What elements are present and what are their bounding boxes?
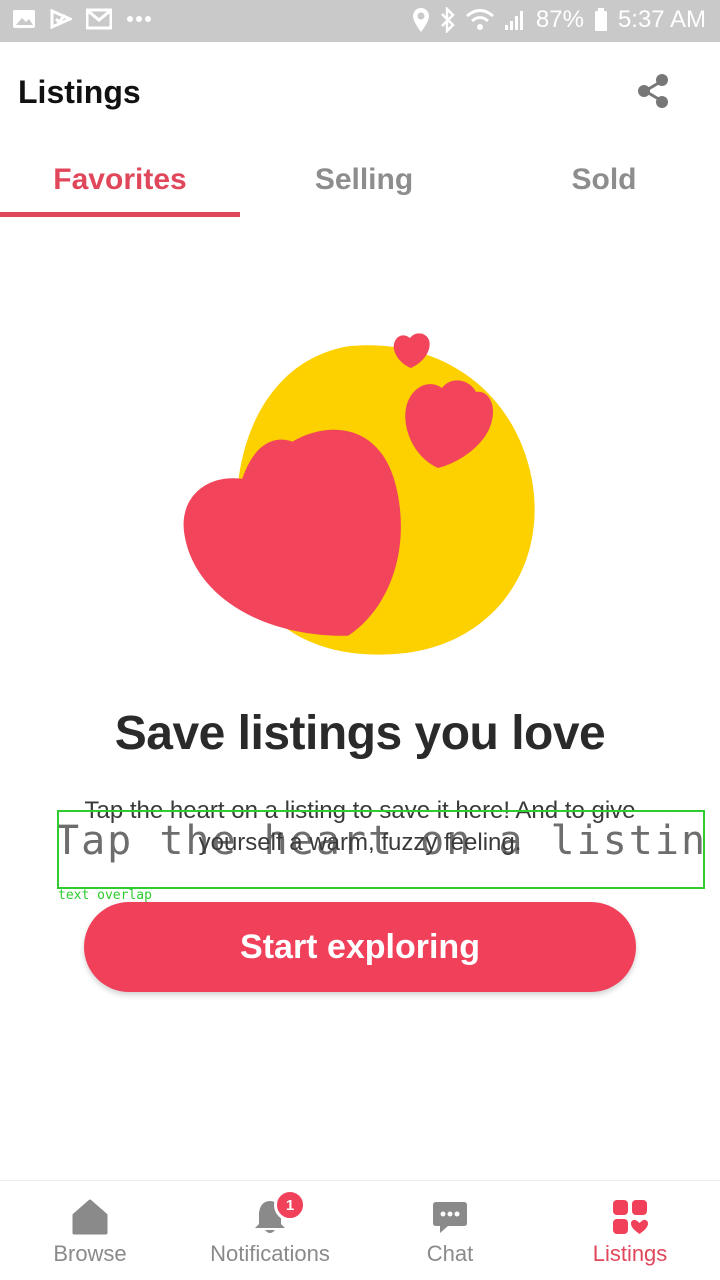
signal-icon [504,11,523,30]
grid-heart-icon [613,1200,648,1234]
nav-browse-label: Browse [53,1241,127,1266]
nav-listings[interactable]: Listings [540,1181,720,1280]
nav-chat[interactable]: Chat [360,1181,540,1280]
nav-notifications-label: Notifications [210,1241,330,1266]
page-title: Listings [18,74,141,110]
share-button[interactable] [630,68,676,114]
nav-listings-label: Listings [592,1241,668,1266]
nav-chat-label: Chat [426,1241,474,1266]
tab-selling[interactable]: Selling [244,142,484,218]
tab-favorites[interactable]: Favorites [0,142,240,218]
overlap-label: text overlap [58,888,152,903]
more-dots-icon [127,16,151,22]
wifi-icon [465,9,494,30]
tab-sold[interactable]: Sold [484,142,720,218]
gallery-icon [13,10,35,28]
status-left-icons [12,8,152,30]
home-icon [72,1199,108,1235]
hearts-illustration [183,333,535,655]
bluetooth-icon [441,7,455,33]
notification-badge: 1 [274,1189,306,1221]
battery-percent: 87% [535,6,584,33]
nav-browse[interactable]: Browse [0,1181,180,1280]
chat-bubble-icon [433,1202,467,1233]
empty-state-body: Tap the heart on a listing to save it he… [84,797,636,856]
listing-tabs: Favorites Selling Sold [0,142,720,218]
status-bar: 87% 5:37 AM [0,0,720,42]
start-exploring-button[interactable]: Start exploring [84,902,636,992]
status-time: 5:37 AM [617,6,706,33]
gmail-icon [86,8,112,30]
status-right: 87% 5:37 AM [412,6,706,34]
active-tab-indicator [0,212,240,217]
app-bar: Listings [0,42,720,142]
bottom-navigation: Browse 1 Notifications Chat Listings [0,1180,720,1280]
nav-notifications[interactable]: 1 Notifications [180,1181,360,1280]
empty-state-headline: Save listings you love [114,707,606,760]
battery-icon [594,8,607,31]
check-play-icon [50,8,72,30]
location-icon [412,8,429,32]
share-icon [638,74,668,108]
